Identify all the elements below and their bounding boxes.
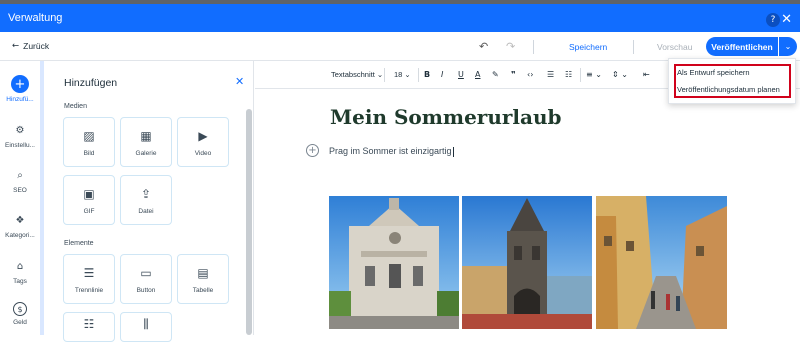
gallery-photo-3[interactable]: [596, 196, 727, 329]
line-spacing-icon[interactable]: ⇕ ⌄: [612, 70, 628, 79]
table-icon: ▤: [197, 266, 209, 280]
italic-icon[interactable]: I: [441, 70, 443, 79]
back-button[interactable]: ← Zurück: [12, 41, 49, 51]
section-media: Medien: [64, 103, 87, 110]
bold-icon[interactable]: B: [424, 70, 430, 79]
tag-icon: ⌂: [16, 260, 24, 272]
code-icon[interactable]: ‹›: [527, 70, 533, 79]
publish-button[interactable]: Veröffentlichen: [706, 37, 778, 56]
category-icon: ❖: [15, 214, 25, 226]
rail-label: Tags: [13, 278, 27, 285]
tile-label: Button: [136, 287, 156, 294]
window-titlebar: Verwaltung ? ✕: [0, 4, 800, 32]
rail-item-categories[interactable]: ❖ Kategori...: [0, 211, 40, 240]
text-color-icon[interactable]: A: [475, 70, 480, 79]
button-icon: ▭: [140, 266, 152, 280]
rail-label: Hinzufü...: [6, 96, 34, 103]
upload-icon: ⇪: [140, 187, 152, 201]
undo-icon[interactable]: ↶: [479, 40, 488, 53]
rail-label: Geld: [13, 319, 27, 326]
rail-scrollbar[interactable]: [40, 61, 44, 335]
post-paragraph[interactable]: Prag im Sommer ist einzigartig: [329, 146, 454, 157]
tile-button[interactable]: ▭ Button: [120, 254, 172, 304]
tile-label: Galerie: [135, 150, 157, 157]
video-icon: ▶: [198, 129, 208, 143]
gear-icon: ⚙: [15, 124, 25, 136]
tile-chart[interactable]: ⫼: [120, 312, 172, 342]
image-icon: ▨: [83, 129, 95, 143]
help-icon[interactable]: ?: [766, 13, 780, 27]
save-button[interactable]: Speichern: [569, 42, 607, 52]
tile-list[interactable]: ☷: [63, 312, 115, 342]
search-icon: ⌕: [17, 169, 23, 181]
bullet-list-icon[interactable]: ☷: [565, 70, 572, 79]
tile-label: Bild: [83, 150, 95, 157]
redo-icon[interactable]: ↷: [506, 40, 515, 53]
post-title[interactable]: Mein Sommerurlaub: [330, 105, 562, 129]
divider: [384, 68, 385, 82]
plus-icon[interactable]: +: [306, 144, 319, 157]
tile-label: Datei: [138, 208, 154, 215]
tile-image[interactable]: ▨ Bild: [63, 117, 115, 167]
divider-icon: ☰: [83, 266, 95, 280]
menu-item-save-draft[interactable]: Als Entwurf speichern: [677, 68, 750, 77]
divider: [580, 68, 581, 82]
plus-icon: +: [11, 75, 29, 93]
gallery-photo-1[interactable]: [329, 196, 459, 329]
tile-label: GIF: [83, 208, 95, 215]
close-icon[interactable]: ✕: [235, 75, 244, 88]
numbered-list-icon[interactable]: ☰: [547, 70, 554, 79]
tile-gif[interactable]: ▣ GIF: [63, 175, 115, 225]
window-title: Verwaltung: [8, 12, 63, 24]
chart-icon: ⫼: [143, 317, 149, 331]
gif-icon: ▣: [83, 187, 95, 201]
tile-file[interactable]: ⇪ Datei: [120, 175, 172, 225]
rail-item-seo[interactable]: ⌕ SEO: [0, 166, 40, 195]
tile-video[interactable]: ▶ Video: [177, 117, 229, 167]
tile-gallery[interactable]: ▦ Galerie: [120, 117, 172, 167]
arrow-left-icon: ←: [12, 41, 20, 51]
preview-button[interactable]: Vorschau: [657, 42, 692, 52]
left-rail: + Hinzufü... ⚙ Einstellu... ⌕ SEO ❖ Kate…: [0, 61, 44, 335]
close-icon[interactable]: ✕: [781, 12, 792, 27]
tile-label: Tabelle: [192, 287, 214, 294]
rail-label: Kategori...: [5, 232, 35, 239]
back-label: Zurück: [23, 41, 50, 51]
section-elements: Elemente: [64, 240, 94, 247]
tile-label: Trennlinie: [74, 287, 104, 294]
gallery-photo-2[interactable]: [462, 196, 592, 329]
quote-icon[interactable]: ❞: [511, 70, 516, 79]
highlight-icon[interactable]: ✎: [492, 70, 499, 79]
chevron-down-icon[interactable]: ⌄: [779, 37, 797, 56]
panel-scrollbar[interactable]: [246, 109, 252, 335]
gallery-icon: ▦: [140, 129, 152, 143]
add-panel: Hinzufügen ✕ Medien ▨ Bild ▦ Galerie ▶ V…: [53, 61, 254, 342]
divider: [418, 68, 419, 82]
list-icon: ☷: [83, 317, 95, 331]
rail-item-settings[interactable]: ⚙ Einstellu...: [0, 121, 40, 150]
rail-item-tags[interactable]: ⌂ Tags: [0, 257, 40, 286]
tile-divider[interactable]: ☰ Trennlinie: [63, 254, 115, 304]
align-icon[interactable]: ≡ ⌄: [586, 70, 602, 79]
rail-label: Einstellu...: [5, 142, 35, 149]
divider: [533, 40, 534, 54]
rail-label: SEO: [13, 187, 27, 194]
divider: [633, 40, 634, 54]
rail-item-money[interactable]: $ Geld: [0, 302, 40, 326]
tile-label: Video: [194, 150, 212, 157]
font-size-select[interactable]: 18 ⌄: [394, 70, 411, 79]
tile-table[interactable]: ▤ Tabelle: [177, 254, 229, 304]
rail-item-add[interactable]: + Hinzufü...: [0, 75, 40, 103]
menu-item-schedule[interactable]: Veröffentlichungsdatum planen: [677, 85, 780, 94]
money-icon: $: [13, 302, 27, 316]
editor-navbar: ← Zurück ↶ ↷ Speichern Vorschau Veröffen…: [0, 32, 800, 61]
panel-title: Hinzufügen: [64, 77, 118, 89]
editor-canvas[interactable]: Mein Sommerurlaub + Prag im Sommer ist e…: [255, 89, 800, 335]
paragraph-style-select[interactable]: Textabschnitt ⌄: [331, 70, 383, 79]
underline-icon[interactable]: U: [458, 70, 464, 79]
indent-icon[interactable]: ⇤: [643, 70, 650, 79]
